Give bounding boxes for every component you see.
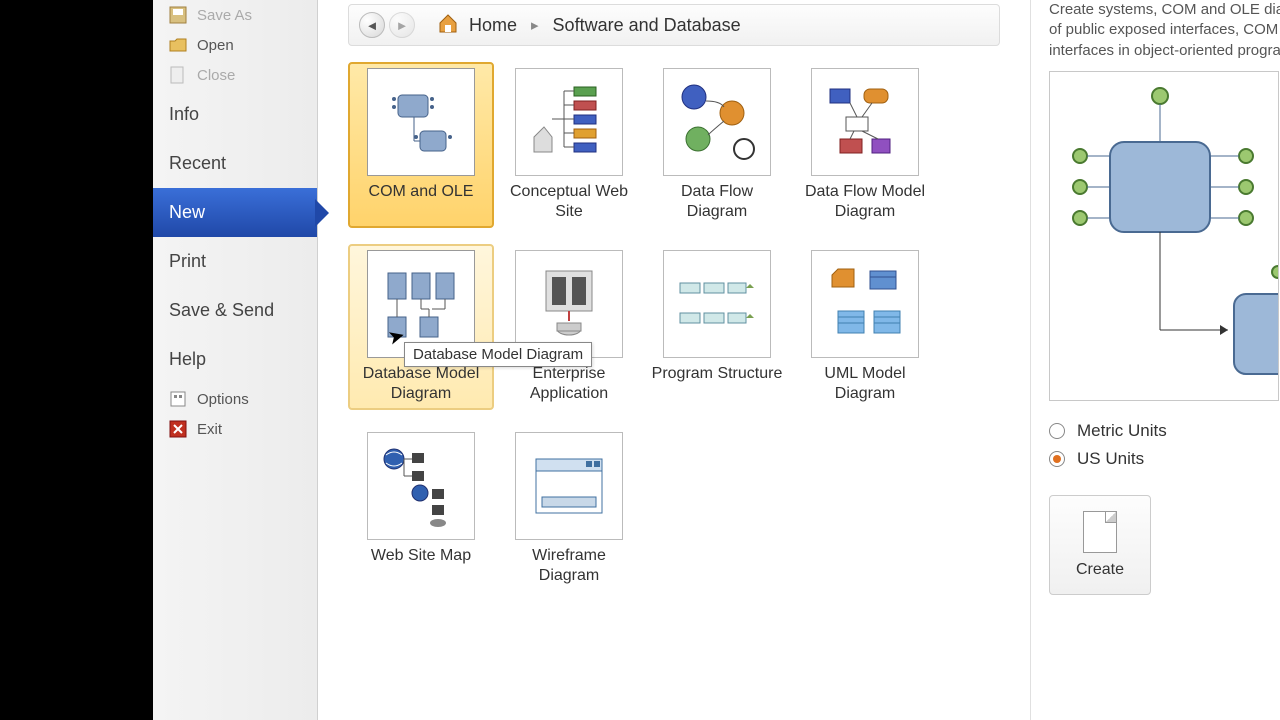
new-page-icon	[1083, 511, 1117, 553]
template-label: Program Structure	[652, 364, 783, 404]
template-database-model-diagram[interactable]: Database Model Diagram ➤ Database Model …	[348, 244, 494, 410]
template-thumbnail	[663, 250, 771, 358]
right-panel: Create systems, COM and OLE diag of publ…	[1030, 0, 1280, 720]
radio-us-units[interactable]: US Units	[1049, 449, 1280, 469]
template-thumbnail	[367, 432, 475, 540]
save-as-icon	[169, 6, 187, 24]
template-label: UML Model Diagram	[798, 364, 932, 404]
radio-label: Metric Units	[1077, 421, 1167, 441]
template-label: Enterprise Application	[502, 364, 636, 404]
sidebar-item-help[interactable]: Help	[153, 335, 317, 384]
folder-open-icon	[169, 36, 187, 54]
template-conceptual-web-site[interactable]: Conceptual Web Site	[496, 62, 642, 228]
template-uml-model-diagram[interactable]: UML Model Diagram	[792, 244, 938, 410]
template-thumbnail	[367, 68, 475, 176]
template-label: COM and OLE	[369, 182, 474, 222]
sidebar-item-label: Options	[197, 391, 249, 408]
sidebar-item-label: Recent	[169, 153, 226, 174]
template-thumbnail	[663, 68, 771, 176]
template-thumbnail	[515, 432, 623, 540]
nav-forward-button[interactable]: ►	[389, 12, 415, 38]
template-data-flow-diagram[interactable]: Data Flow Diagram	[644, 62, 790, 228]
sidebar-item-label: Help	[169, 349, 206, 370]
nav-back-button[interactable]: ◄	[359, 12, 385, 38]
template-label: Conceptual Web Site	[502, 182, 636, 222]
sidebar-item-save-send[interactable]: Save & Send	[153, 286, 317, 335]
template-description: Create systems, COM and OLE diag of publ…	[1049, 0, 1280, 61]
sidebar-item-label: Save & Send	[169, 300, 274, 321]
backstage-sidebar: Save As Open Close Info Recent New Print…	[153, 0, 318, 720]
template-label: Wireframe Diagram	[502, 546, 636, 586]
template-thumbnail	[515, 68, 623, 176]
options-icon	[169, 390, 187, 408]
breadcrumb-home[interactable]: Home	[469, 15, 517, 36]
template-label: Web Site Map	[371, 546, 471, 586]
sidebar-item-exit[interactable]: Exit	[153, 414, 317, 444]
sidebar-item-open[interactable]: Open	[153, 30, 317, 60]
exit-icon	[169, 420, 187, 438]
radio-icon	[1049, 423, 1065, 439]
sidebar-item-recent[interactable]: Recent	[153, 139, 317, 188]
sidebar-item-label: Save As	[197, 7, 252, 24]
close-file-icon	[169, 66, 187, 84]
sidebar-item-save-as: Save As	[153, 0, 317, 30]
radio-icon	[1049, 451, 1065, 467]
sidebar-item-close: Close	[153, 60, 317, 90]
main-content: ◄ ► Home ▸ Software and Database COM an	[318, 0, 1030, 720]
template-thumbnail	[811, 68, 919, 176]
template-label: Data Flow Diagram	[650, 182, 784, 222]
create-button-label: Create	[1076, 561, 1124, 579]
sidebar-item-label: New	[169, 202, 205, 223]
breadcrumb-separator-icon: ▸	[531, 16, 539, 34]
sidebar-item-label: Print	[169, 251, 206, 272]
sidebar-item-label: Open	[197, 37, 234, 54]
breadcrumb: ◄ ► Home ▸ Software and Database	[348, 4, 1000, 46]
sidebar-item-label: Info	[169, 104, 199, 125]
radio-label: US Units	[1077, 449, 1144, 469]
sidebar-item-new[interactable]: New	[153, 188, 317, 237]
breadcrumb-current[interactable]: Software and Database	[553, 15, 741, 36]
template-com-and-ole[interactable]: COM and OLE	[348, 62, 494, 228]
template-grid: COM and OLE Conceptual Web Site	[318, 50, 1030, 720]
radio-metric-units[interactable]: Metric Units	[1049, 421, 1280, 441]
sidebar-item-info[interactable]: Info	[153, 90, 317, 139]
template-web-site-map[interactable]: Web Site Map	[348, 426, 494, 592]
template-preview	[1049, 71, 1279, 401]
home-icon[interactable]	[437, 12, 459, 38]
template-thumbnail	[811, 250, 919, 358]
template-program-structure[interactable]: Program Structure	[644, 244, 790, 410]
sidebar-item-label: Exit	[197, 421, 222, 438]
black-letterbox	[0, 0, 153, 720]
sidebar-item-label: Close	[197, 67, 235, 84]
tooltip: Database Model Diagram	[404, 342, 592, 367]
sidebar-item-print[interactable]: Print	[153, 237, 317, 286]
template-label: Data Flow Model Diagram	[798, 182, 932, 222]
template-data-flow-model-diagram[interactable]: Data Flow Model Diagram	[792, 62, 938, 228]
template-wireframe-diagram[interactable]: Wireframe Diagram	[496, 426, 642, 592]
create-button[interactable]: Create	[1049, 495, 1151, 595]
sidebar-item-options[interactable]: Options	[153, 384, 317, 414]
template-enterprise-application[interactable]: Enterprise Application	[496, 244, 642, 410]
template-label: Database Model Diagram	[354, 364, 488, 404]
